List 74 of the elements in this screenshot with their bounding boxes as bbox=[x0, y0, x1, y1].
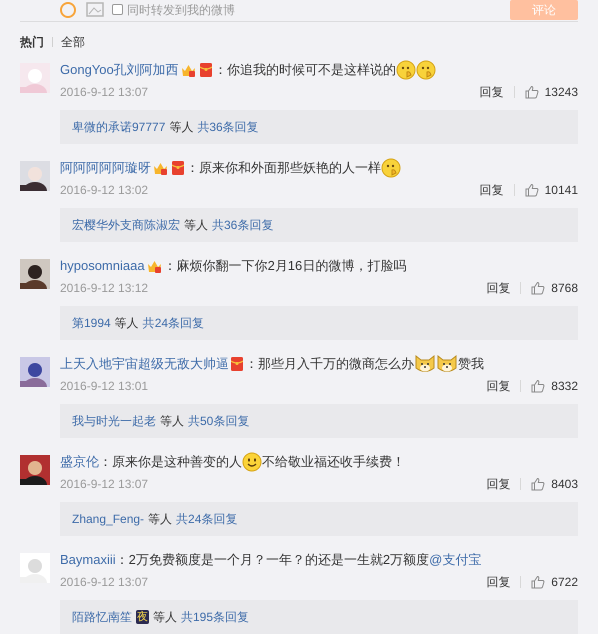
replies-others: 等人 bbox=[153, 609, 177, 626]
mention-link[interactable]: @支付宝 bbox=[429, 550, 482, 570]
comment-time: 2016-9-12 13:02 bbox=[60, 182, 148, 199]
comment-text: ：你追我的时候可不是这样说的 bbox=[214, 61, 396, 80]
replier-name-link[interactable]: Zhang_Feng- bbox=[72, 510, 144, 528]
replier-name-link[interactable]: 第1994 bbox=[72, 314, 111, 332]
reply-count-link[interactable]: 共50条回复 bbox=[188, 412, 250, 430]
comment-text: ：麻烦你翻一下你2月16日的微博，打脸吗 bbox=[164, 257, 406, 276]
crown-icon bbox=[153, 162, 168, 174]
user-name-link[interactable]: Baymaxiii bbox=[60, 550, 116, 570]
reply-link[interactable]: 回复 bbox=[480, 83, 504, 101]
like-count: 10141 bbox=[544, 182, 578, 199]
like-count: 13243 bbox=[544, 84, 578, 101]
reply-count-link[interactable]: 共24条回复 bbox=[176, 510, 238, 528]
reply-count-link[interactable]: 共24条回复 bbox=[142, 314, 204, 332]
comment-text: ：原来你是这种善变的人 bbox=[99, 453, 242, 472]
reply-count-link[interactable]: 共36条回复 bbox=[197, 118, 259, 136]
reply-link[interactable]: 回复 bbox=[486, 377, 510, 395]
like-count: 6722 bbox=[551, 574, 578, 591]
user-name-link[interactable]: 阿阿阿阿阿璇呀 bbox=[60, 158, 151, 178]
reply-count-link[interactable]: 共36条回复 bbox=[212, 216, 274, 234]
envelope-icon bbox=[231, 357, 243, 371]
thumbs-up-icon[interactable] bbox=[524, 183, 539, 197]
checkbox-label: 同时转发到我的微博 bbox=[127, 2, 235, 18]
like-count: 8332 bbox=[551, 378, 578, 395]
replies-others: 等人 bbox=[160, 413, 184, 430]
user-name-link[interactable]: hyposomniaaa bbox=[60, 256, 145, 276]
comment-time: 2016-9-12 13:07 bbox=[60, 476, 148, 493]
crown-icon bbox=[180, 64, 196, 76]
tab[interactable]: 热门 bbox=[20, 33, 44, 51]
reply-link[interactable]: 回复 bbox=[486, 279, 510, 297]
blushing-face-icon bbox=[396, 60, 416, 80]
like-count: 8403 bbox=[551, 476, 578, 493]
replies-others: 等人 bbox=[148, 511, 172, 528]
dog-face-icon bbox=[414, 354, 436, 374]
thumbs-up-icon[interactable] bbox=[524, 85, 539, 99]
envelope-icon bbox=[172, 161, 184, 175]
replier-name-link[interactable]: 我与时光一起老 bbox=[72, 412, 156, 430]
tab[interactable]: 全部 bbox=[61, 33, 85, 51]
comment-time: 2016-9-12 13:07 bbox=[60, 574, 148, 591]
checkbox[interactable] bbox=[112, 4, 123, 15]
thumbs-up-icon[interactable] bbox=[531, 379, 546, 393]
replier-name-link[interactable]: 陌路忆南笙 bbox=[72, 608, 132, 626]
thumbs-up-icon[interactable] bbox=[531, 575, 546, 589]
comment-text: ：2万免费额度是一个月？一年？的还是一生就2万额度 bbox=[116, 551, 430, 570]
image-icon[interactable] bbox=[86, 2, 104, 17]
reply-link[interactable]: 回复 bbox=[486, 573, 510, 591]
comment-text: 赞我 bbox=[458, 355, 484, 374]
thumbs-up-icon[interactable] bbox=[531, 281, 546, 295]
comment-time: 2016-9-12 13:01 bbox=[60, 378, 148, 395]
thumbs-up-icon[interactable] bbox=[531, 477, 546, 491]
comment-time: 2016-9-12 13:07 bbox=[60, 84, 148, 101]
dog-face-icon bbox=[436, 354, 458, 374]
user-name-link[interactable]: GongYoo孔刘阿加西 bbox=[60, 60, 179, 80]
comment-time: 2016-9-12 13:12 bbox=[60, 280, 148, 297]
replies-others: 等人 bbox=[184, 217, 208, 234]
reply-link[interactable]: 回复 bbox=[486, 475, 510, 493]
comment-text: ：原来你和外面那些妖艳的人一样 bbox=[186, 159, 381, 178]
user-name-link[interactable]: 上天入地宇宙超级无敌大帅逼 bbox=[60, 354, 229, 374]
like-count: 8768 bbox=[551, 280, 578, 297]
envelope-icon bbox=[200, 63, 212, 77]
replies-others: 等人 bbox=[114, 315, 139, 332]
crown-icon bbox=[146, 260, 162, 272]
night-badge: 夜 bbox=[136, 610, 149, 624]
replier-name-link[interactable]: 卑微的承诺97777 bbox=[72, 118, 166, 136]
user-name-link[interactable]: 盛京伦 bbox=[60, 452, 99, 472]
comment-text: ：那些月入千万的微商怎么办 bbox=[245, 355, 414, 374]
replier-name-link[interactable]: 宏樱华外支商陈淑宏 bbox=[72, 216, 180, 234]
blushing-face-icon bbox=[381, 158, 401, 178]
blushing-face-icon bbox=[416, 60, 436, 80]
comment-text: 不给敬业福还收手续费！ bbox=[262, 453, 405, 472]
reply-count-link[interactable]: 共195条回复 bbox=[181, 608, 250, 626]
replies-others: 等人 bbox=[169, 119, 194, 136]
reply-link[interactable]: 回复 bbox=[480, 181, 504, 199]
